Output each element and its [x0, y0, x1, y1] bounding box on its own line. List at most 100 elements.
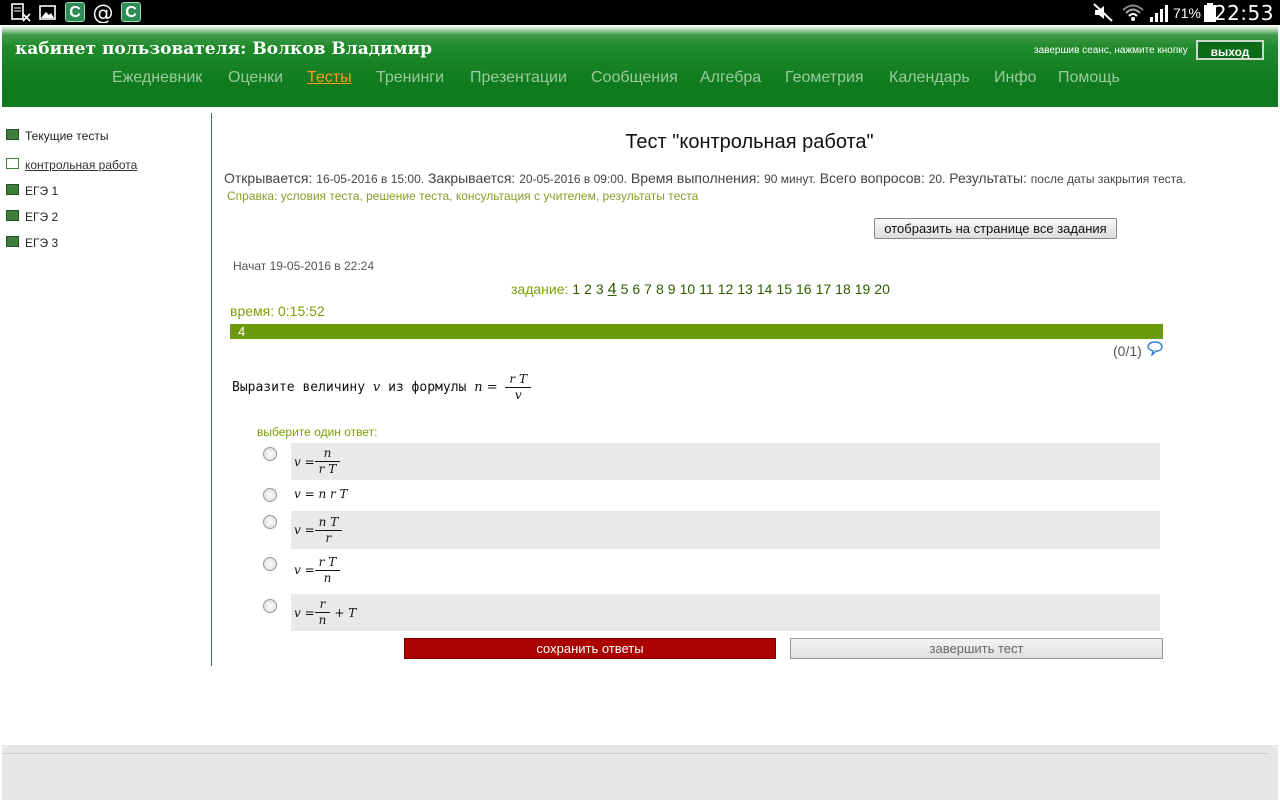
task-link-6[interactable]: 6 — [632, 281, 640, 297]
opens-label: Открывается: — [224, 170, 313, 186]
book-icon — [6, 236, 19, 248]
wifi-icon — [1122, 4, 1144, 21]
answer-fraction: n T r — [314, 515, 343, 546]
answer-lhs: v = — [294, 563, 315, 577]
answer-lhs: v = n r T — [294, 487, 348, 501]
task-link-16[interactable]: 16 — [796, 281, 812, 297]
task-link-13[interactable]: 13 — [737, 281, 753, 297]
question-var: v — [372, 380, 381, 395]
status-bar: C @ C 71% 22:53 — [0, 0, 1280, 25]
book-icon — [6, 129, 19, 141]
sidebar-item-control-work[interactable]: контрольная работа — [6, 157, 137, 173]
question-text: Выразите величину v из формулы n = r T v — [232, 372, 531, 412]
nav-item-tests[interactable]: Тесты — [307, 69, 352, 87]
task-link-2[interactable]: 2 — [584, 281, 592, 297]
task-link-17[interactable]: 17 — [816, 281, 832, 297]
task-header-bar: 4 — [230, 324, 1163, 339]
task-link-5[interactable]: 5 — [621, 281, 629, 297]
task-link-18[interactable]: 18 — [835, 281, 851, 297]
question-prefix: Выразите величину — [232, 380, 366, 395]
logout-hint: завершив сеанс, нажмите кнопку — [1034, 45, 1188, 56]
answer-radio-5[interactable] — [263, 599, 277, 613]
sidebar-item-ege3[interactable]: ЕГЭ 3 — [6, 235, 58, 251]
nav-item-algebra[interactable]: Алгебра — [700, 69, 761, 87]
task-link-4[interactable]: 4 — [608, 281, 617, 298]
task-navigation: задание: 1 2 3 4 5 6 7 8 9 10 11 12 13 14 15 16 17 18 19 20 — [511, 281, 894, 299]
comment-bubble-icon[interactable] — [1147, 340, 1163, 356]
app-c-icon: C — [121, 2, 141, 22]
answer-fraction: n r T — [314, 446, 341, 477]
answer-radio-2[interactable] — [263, 488, 277, 502]
help-links[interactable]: условия теста, решение теста, консультац… — [281, 189, 699, 203]
answer-option-3[interactable]: v = n T r — [291, 511, 1160, 549]
questions-label: Всего вопросов: — [819, 170, 925, 186]
nav-item-diary[interactable]: Ежедневник — [112, 69, 202, 87]
file-x-icon — [11, 3, 31, 22]
show-all-tasks-button[interactable]: отобразить на странице все задания — [874, 218, 1117, 239]
task-link-9[interactable]: 9 — [668, 281, 676, 297]
task-link-20[interactable]: 20 — [874, 281, 890, 297]
answer-option-4[interactable]: v = r T n — [291, 551, 1160, 589]
app-c-icon: C — [65, 2, 85, 22]
svg-text:@: @ — [93, 2, 114, 23]
sidebar-item-label: ЕГЭ 2 — [25, 209, 59, 224]
page-title: кабинет пользователя: Волков Владимир — [15, 39, 432, 59]
task-link-12[interactable]: 12 — [718, 281, 734, 297]
signal-icon — [1150, 5, 1168, 22]
nav-item-grades[interactable]: Оценки — [228, 69, 283, 87]
answer-option-5[interactable]: v = r n + T — [291, 594, 1160, 631]
save-answers-button[interactable]: сохранить ответы — [404, 638, 776, 659]
sidebar: Текущие тесты контрольная работа ЕГЭ 1 Е… — [0, 113, 212, 666]
task-link-10[interactable]: 10 — [680, 281, 696, 297]
answer-radio-4[interactable] — [263, 557, 277, 571]
book-icon — [6, 210, 19, 222]
nav-item-geometry[interactable]: Геометрия — [785, 69, 864, 87]
nav-item-messages[interactable]: Сообщения — [591, 69, 678, 87]
nav-item-calendar[interactable]: Календарь — [889, 69, 970, 87]
nav-item-presentations[interactable]: Презентации — [470, 69, 567, 87]
formula-fraction: r T v — [505, 372, 531, 403]
task-link-11[interactable]: 11 — [699, 281, 714, 297]
sidebar-item-label: ЕГЭ 3 — [25, 235, 59, 250]
nav-item-trainings[interactable]: Тренинги — [376, 69, 444, 87]
closes-label: Закрывается: — [427, 170, 516, 186]
formula-lhs: n = — [474, 380, 498, 395]
question-mid: из формулы — [388, 380, 467, 395]
task-link-15[interactable]: 15 — [776, 281, 792, 297]
answer-fraction: r n — [314, 597, 331, 628]
answer-denominator: n — [323, 570, 332, 585]
answer-tail: + T — [334, 605, 357, 620]
answer-option-2[interactable]: v = n r T — [291, 484, 1160, 504]
nav-item-info[interactable]: Инфо — [994, 69, 1036, 87]
logout-button[interactable]: выход — [1196, 40, 1264, 60]
timer: время: 0:15:52 — [230, 303, 325, 319]
answer-denominator: n — [318, 613, 327, 627]
answer-lhs: v = — [294, 605, 315, 620]
answer-radio-1[interactable] — [263, 447, 277, 461]
help-label: Справка: — [227, 189, 278, 203]
sidebar-item-ege2[interactable]: ЕГЭ 2 — [6, 209, 58, 225]
task-link-3[interactable]: 3 — [596, 281, 604, 297]
task-link-7[interactable]: 7 — [644, 281, 652, 297]
task-link-14[interactable]: 14 — [757, 281, 773, 297]
answer-fraction: r T n — [314, 555, 341, 586]
answer-denominator: r — [325, 530, 332, 545]
formula-numerator: r T — [505, 372, 531, 388]
answer-lhs: v = — [294, 523, 315, 537]
nav-item-help[interactable]: Помощь — [1058, 69, 1120, 87]
at-icon: @ — [93, 2, 114, 23]
task-link-8[interactable]: 8 — [656, 281, 664, 297]
sidebar-item-ege1[interactable]: ЕГЭ 1 — [6, 183, 58, 199]
finish-test-button[interactable]: завершить тест — [790, 638, 1163, 659]
clock: 22:53 — [1213, 1, 1274, 25]
answer-numerator: n T — [314, 515, 343, 531]
task-link-1[interactable]: 1 — [572, 281, 580, 297]
results-label: Результаты: — [949, 170, 1027, 186]
sidebar-item-current-tests[interactable]: Текущие тесты — [6, 128, 108, 144]
answer-numerator: r T — [314, 555, 341, 571]
answer-option-1[interactable]: v = n r T — [291, 443, 1160, 480]
footer — [2, 745, 1278, 800]
help-line: Справка: условия теста, решение теста, к… — [227, 189, 698, 203]
task-link-19[interactable]: 19 — [855, 281, 871, 297]
answer-radio-3[interactable] — [263, 515, 277, 529]
